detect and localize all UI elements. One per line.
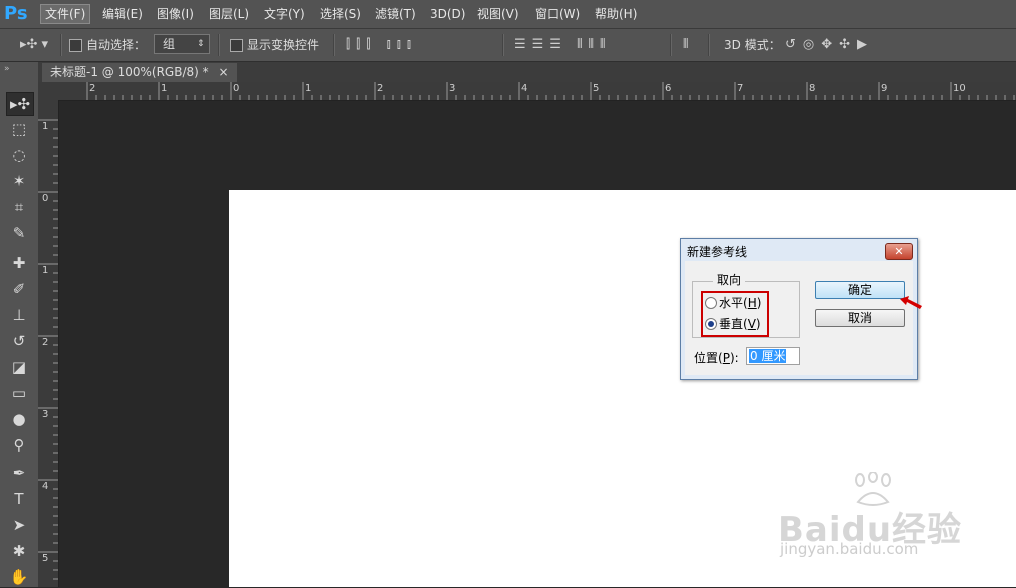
orientation-label: 取向	[713, 271, 746, 288]
tools-panel: » ▸✣ ⬚ ◌ ✶ ⌗ ✎ ✚ ✐ ⊥ ↺ ◪ ▭ ● ⚲ ✒ T ➤ ✱ ✋	[0, 62, 39, 587]
auto-align-icon[interactable]: ⫴	[683, 37, 688, 53]
custom-shape-tool-icon[interactable]: ✱	[6, 540, 32, 562]
separator	[60, 34, 62, 56]
collapse-icon[interactable]: »	[4, 64, 10, 74]
ruler-label: 7	[737, 83, 744, 94]
ruler-label: 0	[42, 193, 49, 204]
watermark: Baidu经验 jingyan.baidu.com	[778, 472, 968, 567]
ruler-label: 4	[42, 481, 49, 492]
3d-mode-icons[interactable]: ↺◎✥✣▶	[785, 37, 874, 53]
updown-arrow-icon: ⇕	[197, 39, 205, 49]
annotation-arrow-icon	[900, 296, 922, 309]
separator	[333, 34, 335, 56]
menu-type[interactable]: 文字(Y)	[260, 5, 309, 23]
separator	[708, 34, 710, 56]
tab-close-icon[interactable]: ×	[218, 65, 228, 79]
ruler-label: 6	[665, 83, 672, 94]
menu-filter[interactable]: 滤镜(T)	[371, 5, 420, 23]
annotation-highlight-box	[701, 291, 769, 337]
new-guide-dialog: 新建参考线 ✕ 取向 水平(H) 垂直(V) 确定 取消 位置(P): 0 厘米	[680, 238, 918, 380]
marquee-tool-icon[interactable]: ⬚	[6, 118, 32, 140]
document-tab-title: 未标题-1 @ 100%(RGB/8) *	[50, 65, 209, 79]
menu-window[interactable]: 窗口(W)	[531, 5, 584, 23]
blur-tool-icon[interactable]: ●	[6, 408, 32, 430]
menu-bar: Ps 文件(F) 编辑(E) 图像(I) 图层(L) 文字(Y) 选择(S) 滤…	[0, 0, 1016, 29]
separator	[218, 34, 220, 56]
cancel-button[interactable]: 取消	[815, 309, 905, 327]
move-tool-preset-icon[interactable]: ▸✣ ▾	[20, 37, 48, 53]
menu-3d[interactable]: 3D(D)	[426, 5, 469, 23]
brush-tool-icon[interactable]: ✐	[6, 278, 32, 300]
ruler-label: 10	[953, 83, 966, 94]
ruler-label: 1	[42, 265, 49, 276]
dialog-title: 新建参考线	[687, 245, 748, 259]
ruler-label: 1	[42, 121, 49, 132]
dialog-close-button[interactable]: ✕	[885, 243, 913, 260]
ruler-origin[interactable]	[38, 82, 59, 101]
photoshop-logo: Ps	[4, 3, 28, 24]
auto-select-dropdown[interactable]: 组 ⇕	[154, 34, 210, 54]
eyedropper-tool-icon[interactable]: ✎	[6, 222, 32, 244]
magic-wand-tool-icon[interactable]: ✶	[6, 170, 32, 192]
crop-tool-icon[interactable]: ⌗	[6, 196, 32, 218]
ruler-label: 1	[161, 83, 168, 94]
ruler-label: 0	[233, 83, 240, 94]
menu-image[interactable]: 图像(I)	[153, 5, 198, 23]
show-transform-checkbox[interactable]	[230, 39, 243, 52]
move-tool-icon[interactable]: ▸✣	[6, 92, 34, 116]
healing-brush-tool-icon[interactable]: ✚	[6, 252, 32, 274]
type-tool-icon[interactable]: T	[6, 488, 32, 510]
ruler-label: 8	[809, 83, 816, 94]
show-transform-label: 显示变换控件	[247, 38, 320, 52]
options-bar: ▸✣ ▾ 自动选择： 组 ⇕ 显示变换控件 ⫿⫿⫿ ⫾⫾⫾ ☰☰☰ ⫴⫴⫴ ⫴ …	[0, 29, 1016, 62]
position-text: 位置(	[694, 351, 723, 365]
horizontal-ruler[interactable]: 2 1 0 1 2 3 4 5 6 7 8 9 10	[58, 82, 1016, 101]
eraser-tool-icon[interactable]: ◪	[6, 356, 32, 378]
ruler-label: 5	[593, 83, 600, 94]
align-icons[interactable]: ⫿⫿⫿ ⫾⫾⫾	[346, 37, 417, 53]
menu-file[interactable]: 文件(F)	[40, 4, 91, 24]
ruler-label: 9	[881, 83, 888, 94]
ruler-label: 2	[377, 83, 384, 94]
position-suffix: ):	[729, 351, 739, 365]
ruler-label: 3	[449, 83, 456, 94]
hand-tool-icon[interactable]: ✋	[6, 566, 32, 588]
menu-select[interactable]: 选择(S)	[316, 5, 365, 23]
dodge-tool-icon[interactable]: ⚲	[6, 434, 32, 456]
auto-select-value: 组	[163, 37, 176, 51]
menu-edit[interactable]: 编辑(E)	[98, 5, 147, 23]
ruler-label: 4	[521, 83, 528, 94]
separator	[670, 34, 672, 56]
auto-select-label: 自动选择：	[86, 38, 147, 52]
ruler-label: 5	[42, 553, 49, 564]
ruler-label: 2	[89, 83, 96, 94]
ruler-label: 3	[42, 409, 49, 420]
vertical-ruler[interactable]: 1 0 1 2 3 4 5	[38, 100, 59, 587]
clone-stamp-tool-icon[interactable]: ⊥	[6, 304, 32, 326]
ruler-label: 1	[305, 83, 312, 94]
position-accesskey: P	[722, 351, 730, 365]
gradient-tool-icon[interactable]: ▭	[6, 382, 32, 404]
menu-help[interactable]: 帮助(H)	[591, 5, 641, 23]
horizontal-ruler-ticks	[86, 82, 1015, 100]
path-selection-tool-icon[interactable]: ➤	[6, 514, 32, 536]
ok-button[interactable]: 确定	[815, 281, 905, 299]
history-brush-tool-icon[interactable]: ↺	[6, 330, 32, 352]
3d-mode-label: 3D 模式：	[724, 38, 781, 52]
position-value: 0 厘米	[749, 349, 787, 363]
watermark-url: jingyan.baidu.com	[780, 540, 919, 558]
ruler-label: 2	[42, 337, 49, 348]
lasso-tool-icon[interactable]: ◌	[6, 144, 32, 166]
separator	[502, 34, 504, 56]
menu-view[interactable]: 视图(V)	[473, 5, 523, 23]
pen-tool-icon[interactable]: ✒	[6, 462, 32, 484]
position-label: 位置(P):	[694, 349, 739, 366]
menu-layer[interactable]: 图层(L)	[205, 5, 253, 23]
auto-select-checkbox[interactable]	[69, 39, 82, 52]
distribute-icons[interactable]: ☰☰☰ ⫴⫴⫴	[514, 37, 611, 53]
document-tab[interactable]: 未标题-1 @ 100%(RGB/8) * ×	[42, 63, 237, 82]
position-input[interactable]: 0 厘米	[746, 347, 800, 365]
